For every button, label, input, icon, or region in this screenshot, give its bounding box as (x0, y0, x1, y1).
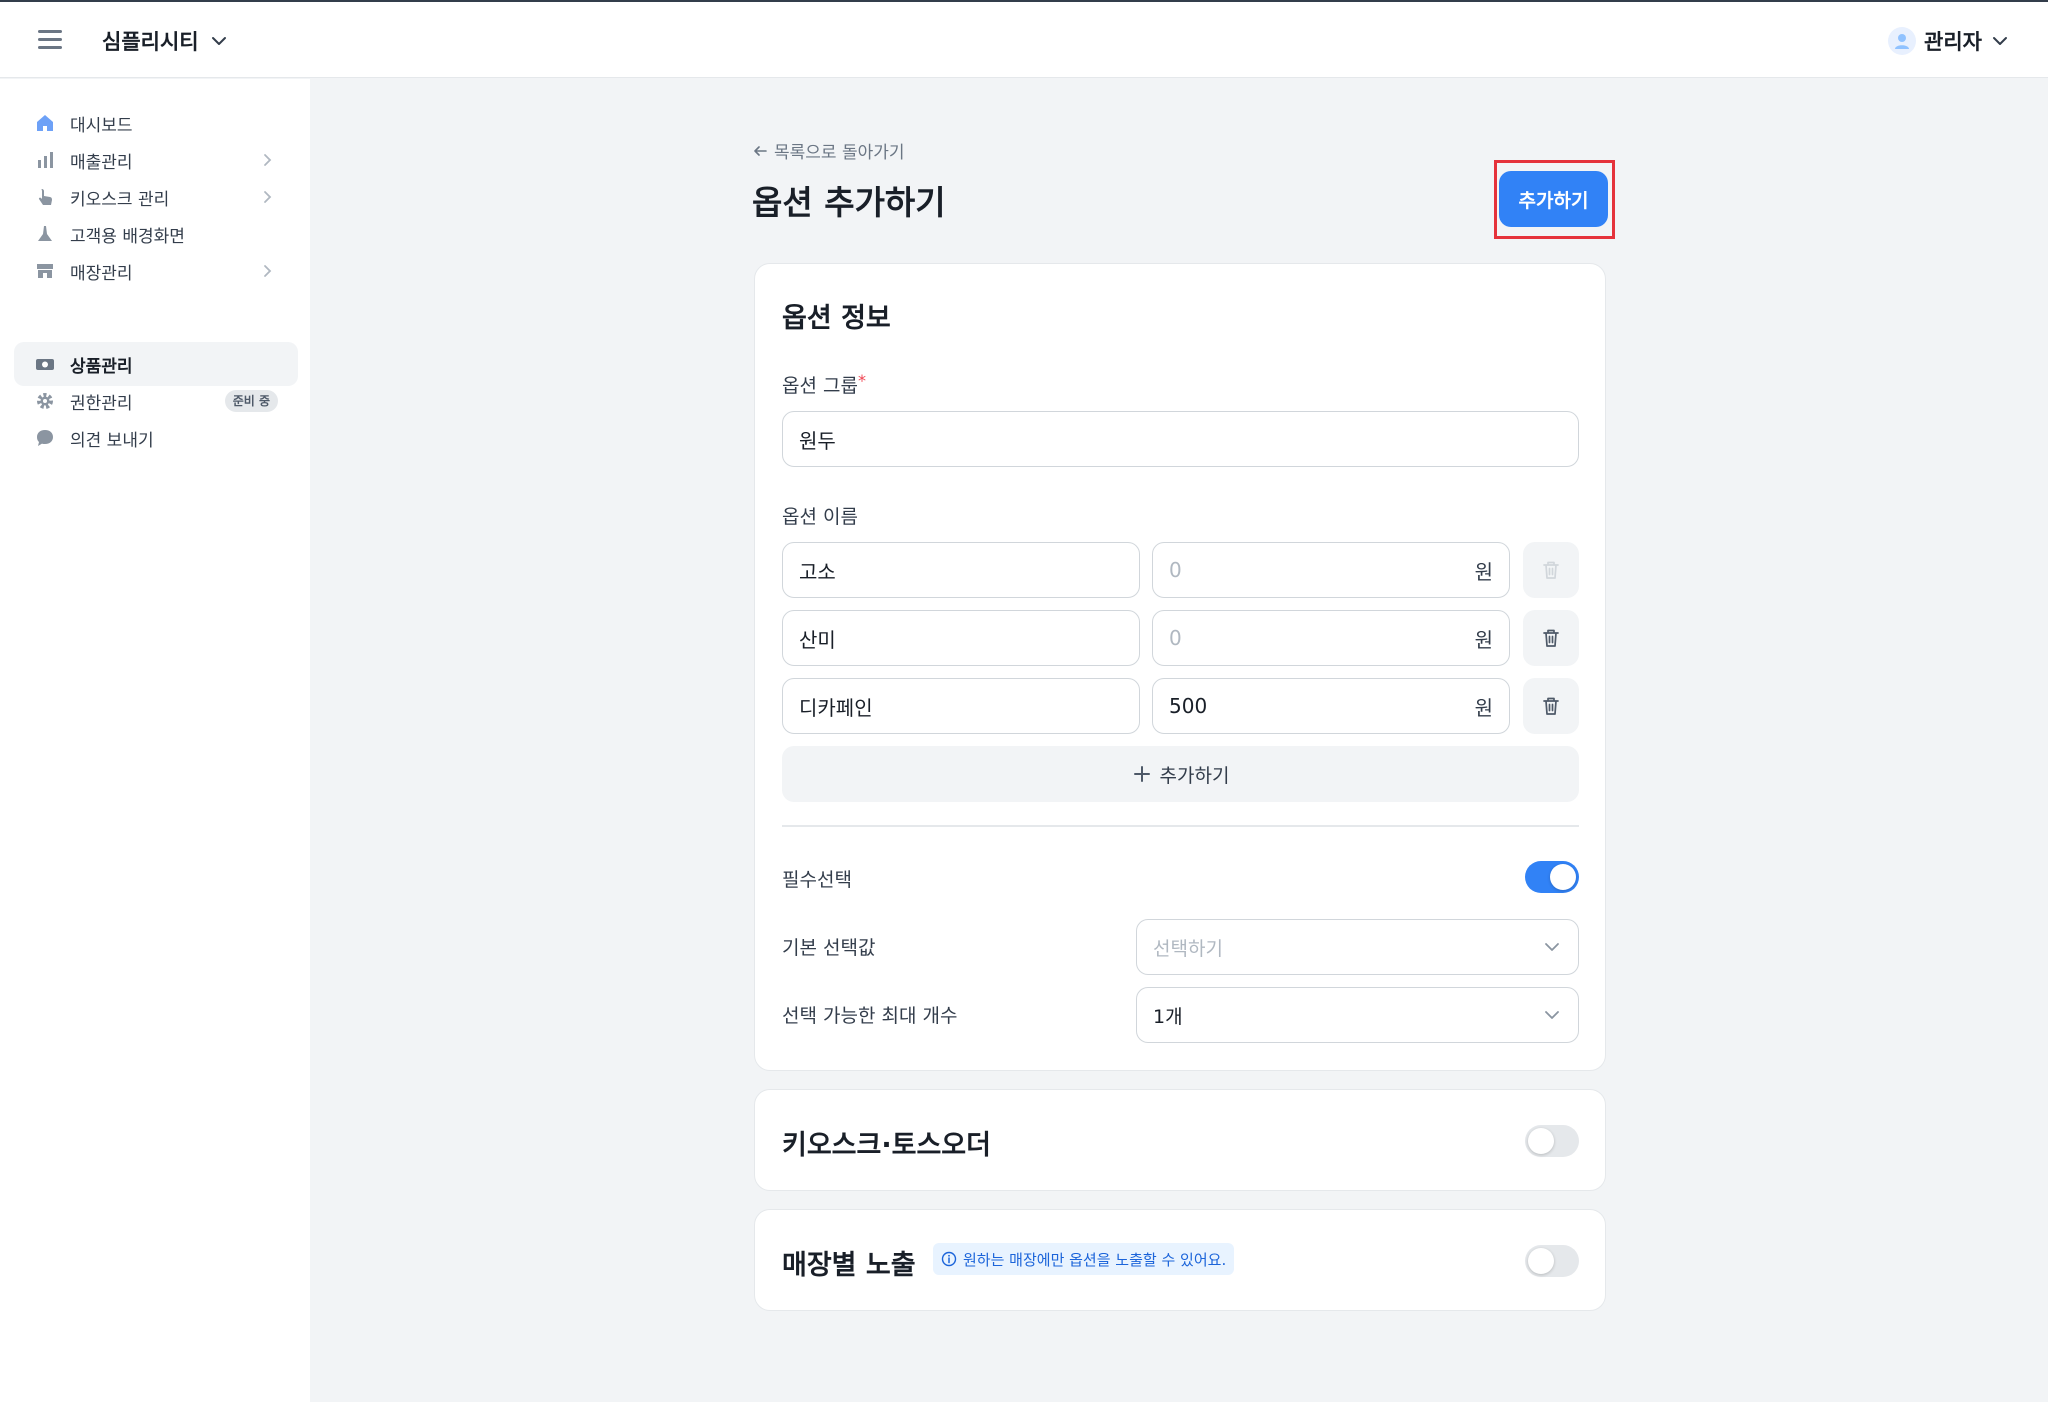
sidebar-item-label: 의견 보내기 (70, 430, 154, 451)
store-icon (34, 260, 56, 282)
trash-icon (1543, 697, 1559, 715)
required-select-label: 필수선택 (782, 869, 852, 891)
store-visibility-card: 매장별 노출 원하는 매장에만 옵션을 노출할 수 있어요. (754, 1209, 1606, 1311)
option-name-input[interactable]: 산미 (782, 610, 1140, 666)
kiosk-toggle[interactable] (1525, 1125, 1579, 1157)
store-visibility-toggle[interactable] (1525, 1245, 1579, 1277)
chevron-right-icon (264, 191, 272, 203)
hand-pointer-icon (34, 186, 56, 208)
chevron-down-icon (1993, 37, 2007, 45)
option-info-card: 옵션 정보 옵션 그룹* 원두 옵션 이름 고소 0원 산미 0원 디카페인 5… (754, 263, 1606, 1071)
option-price-value: 500 (1169, 694, 1208, 718)
sidebar-item-label: 대시보드 (70, 115, 133, 136)
info-icon (941, 1251, 957, 1267)
default-select-label: 기본 선택값 (782, 937, 876, 959)
option-group-input[interactable]: 원두 (782, 411, 1579, 467)
top-header: 심플리시티 관리자 (0, 2, 2048, 78)
submit-add-button[interactable]: 추가하기 (1499, 171, 1608, 227)
option-price-input[interactable]: 500 원 (1152, 678, 1510, 734)
option-group-label: 옵션 그룹* (782, 371, 866, 398)
toggle-knob (1528, 1128, 1554, 1154)
sidebar-item-label: 매장관리 (70, 263, 133, 284)
menu-icon[interactable] (38, 28, 62, 50)
kiosk-tossorder-card: 키오스크·토스오더 (754, 1089, 1606, 1191)
bar-chart-icon (34, 149, 56, 171)
brand-name: 심플리시티 (102, 30, 199, 54)
option-price-input[interactable]: 0원 (1152, 610, 1510, 666)
sidebar-item-store[interactable]: 매장관리 (14, 249, 298, 293)
option-name-input[interactable]: 디카페인 (782, 678, 1140, 734)
gear-icon (34, 390, 56, 412)
trash-icon (1543, 561, 1559, 579)
add-option-row-button[interactable]: 추가하기 (782, 746, 1579, 802)
toggle-knob (1528, 1248, 1554, 1274)
option-name-value: 산미 (799, 627, 836, 652)
info-text: 원하는 매장에만 옵션을 노출할 수 있어요. (963, 1250, 1227, 1269)
coming-soon-badge: 준비 중 (224, 390, 278, 412)
product-icon (34, 353, 56, 375)
delete-option-button[interactable] (1523, 610, 1579, 666)
chevron-right-icon (264, 154, 272, 166)
chevron-down-icon (1545, 943, 1559, 951)
delete-option-button[interactable] (1523, 678, 1579, 734)
toggle-knob (1550, 864, 1576, 890)
max-count-dropdown[interactable]: 1개 (1136, 987, 1579, 1043)
back-link-label: 목록으로 돌아가기 (774, 143, 905, 163)
option-price-input[interactable]: 0원 (1152, 542, 1510, 598)
option-price-value: 0 (1169, 558, 1182, 582)
back-to-list-link[interactable]: 목록으로 돌아가기 (752, 138, 905, 163)
required-mark: * (857, 371, 866, 390)
sidebar-item-label: 키오스크 관리 (70, 189, 170, 210)
user-avatar-icon (1888, 27, 1917, 55)
option-name-input[interactable]: 고소 (782, 542, 1140, 598)
max-count-label: 선택 가능한 최대 개수 (782, 1005, 958, 1027)
sidebar: 대시보드 매출관리 키오스크 관리 고객용 배경화면 매장관리 상품관리 권한관… (0, 79, 310, 1402)
chat-bubble-icon (34, 427, 56, 449)
divider (782, 825, 1579, 827)
card-title: 옵션 정보 (782, 303, 891, 334)
add-row-label: 추가하기 (1159, 764, 1230, 787)
default-select-value: 선택하기 (1153, 937, 1223, 960)
trash-icon (1543, 629, 1559, 647)
kiosk-card-title: 키오스크·토스오더 (782, 1130, 991, 1161)
currency-unit: 원 (1474, 627, 1493, 652)
sidebar-item-label: 상품관리 (70, 356, 133, 377)
page-title: 옵션 추가하기 (752, 183, 946, 222)
store-card-title: 매장별 노출 (782, 1250, 916, 1281)
chevron-down-icon (211, 37, 226, 45)
currency-unit: 원 (1474, 559, 1493, 584)
sidebar-item-label: 권한관리 (70, 393, 133, 414)
default-select-dropdown[interactable]: 선택하기 (1136, 919, 1579, 975)
info-notice: 원하는 매장에만 옵션을 노출할 수 있어요. (933, 1243, 1235, 1275)
option-name-value: 디카페인 (799, 695, 873, 720)
delete-option-button[interactable] (1523, 542, 1579, 598)
option-name-label: 옵션 이름 (782, 506, 858, 528)
required-select-toggle[interactable] (1525, 861, 1579, 893)
sidebar-item-label: 매출관리 (70, 152, 133, 173)
currency-unit: 원 (1474, 695, 1493, 720)
plus-icon (1133, 766, 1150, 782)
option-group-value: 원두 (799, 428, 836, 453)
brush-icon (34, 223, 56, 245)
max-count-value: 1개 (1153, 1005, 1183, 1028)
option-group-label-text: 옵션 그룹 (782, 375, 858, 397)
sidebar-item-label: 고객용 배경화면 (70, 226, 185, 247)
user-menu[interactable]: 관리자 (1888, 26, 2010, 56)
arrow-left-icon (754, 145, 767, 156)
option-name-value: 고소 (799, 559, 836, 584)
chevron-right-icon (264, 265, 272, 277)
sidebar-item-feedback[interactable]: 의견 보내기 (14, 416, 298, 460)
store-selector[interactable]: 심플리시티 (102, 26, 229, 56)
chevron-down-icon (1545, 1011, 1559, 1019)
user-name: 관리자 (1924, 30, 1982, 54)
option-price-value: 0 (1169, 626, 1182, 650)
home-icon (34, 112, 56, 134)
